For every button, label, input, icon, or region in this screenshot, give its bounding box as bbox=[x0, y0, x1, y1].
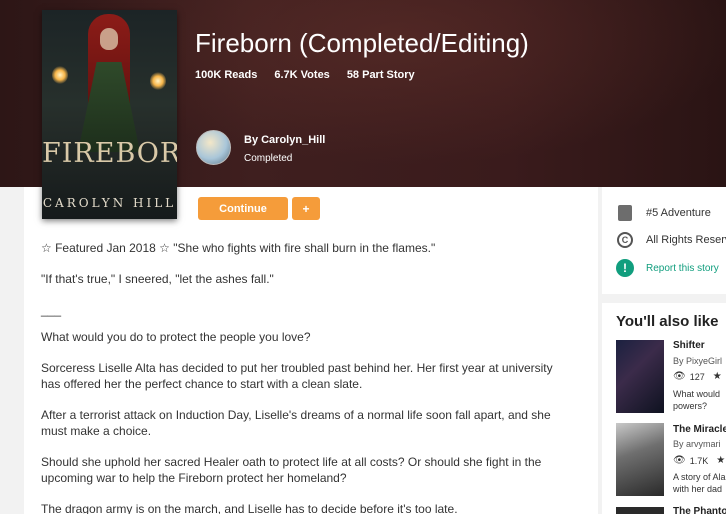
reads-count: 100K Reads bbox=[195, 69, 258, 81]
votes-count: 6.7K Votes bbox=[274, 69, 330, 81]
ranking-icon bbox=[616, 204, 634, 222]
description-paragraph: Should she uphold her sacred Healer oath… bbox=[41, 455, 542, 485]
copyright-icon: C bbox=[616, 231, 634, 249]
rec-reads: 127 bbox=[689, 371, 705, 382]
star-icon: ★ bbox=[716, 455, 726, 466]
rec-description-line: powers? bbox=[673, 401, 708, 411]
report-story-link[interactable]: ! Report this story bbox=[616, 259, 719, 277]
story-title: Fireborn (Completed/Editing) bbox=[195, 28, 529, 58]
report-icon: ! bbox=[616, 259, 634, 277]
description-paragraph: What would you do to protect the people … bbox=[41, 330, 311, 344]
description-paragraph: Sorceress Liselle Alta has decided to pu… bbox=[41, 361, 553, 391]
recommendations-heading: You'll also like bbox=[616, 313, 719, 330]
rec-author[interactable]: By arvymari bbox=[673, 439, 721, 449]
eye-icon: 👁 bbox=[673, 371, 686, 382]
description-paragraph: ☆ Featured Jan 2018 ☆ "She who fights wi… bbox=[41, 241, 436, 255]
copyright-info: C All Rights Reserved bbox=[616, 231, 726, 249]
cover-art-flame-right bbox=[150, 72, 166, 90]
rec-description-line: What would bbox=[673, 389, 721, 399]
parts-count: 58 Part Story bbox=[346, 69, 415, 81]
add-to-library-button[interactable]: + bbox=[292, 197, 320, 220]
continue-reading-button[interactable]: Continue bbox=[198, 197, 288, 220]
copyright-label: All Rights Reserved bbox=[646, 234, 726, 246]
description-paragraph: After a terrorist attack on Induction Da… bbox=[41, 408, 551, 438]
rec-stats: 👁 1.7K ★ bbox=[673, 455, 725, 466]
rec-author[interactable]: By PixyeGirl bbox=[673, 356, 722, 366]
author-name-link[interactable]: By Carolyn_Hill bbox=[244, 134, 325, 146]
ranking-link[interactable]: #5 Adventure bbox=[616, 204, 711, 222]
story-stats: 100K Reads 6.7K Votes 58 Part Story bbox=[195, 69, 415, 81]
rec-cover-thumbnail[interactable] bbox=[616, 507, 664, 514]
cover-title: FIREBORN bbox=[42, 138, 177, 169]
story-description: ☆ Featured Jan 2018 ☆ "She who fights wi… bbox=[41, 240, 571, 514]
description-paragraph: The dragon army is on the march, and Lis… bbox=[41, 502, 458, 514]
description-paragraph: "If that's true," I sneered, "let the as… bbox=[41, 272, 274, 286]
report-label: Report this story bbox=[646, 262, 719, 274]
cover-author: CAROLYN HILL bbox=[42, 196, 177, 210]
rec-title-link[interactable]: Shifter bbox=[673, 340, 705, 351]
cover-art-face bbox=[100, 28, 118, 50]
rec-stats: 👁 127 ★ bbox=[673, 371, 722, 382]
description-divider: ___ bbox=[41, 303, 62, 317]
rec-description: A story of Ala with her dad bbox=[673, 471, 726, 495]
book-cover[interactable]: FIREBORN CAROLYN HILL bbox=[42, 10, 177, 219]
rec-description-line: A story of Ala bbox=[673, 472, 726, 482]
rec-description: What would powers? bbox=[673, 388, 726, 412]
author-avatar[interactable] bbox=[196, 130, 231, 165]
rec-cover-thumbnail[interactable] bbox=[616, 423, 664, 496]
rec-title-link[interactable]: The Phantom bbox=[673, 506, 726, 514]
cover-art-flame-left bbox=[52, 66, 68, 84]
rec-cover-thumbnail[interactable] bbox=[616, 340, 664, 413]
rec-title-link[interactable]: The Miracle bbox=[673, 424, 726, 435]
story-status: Completed bbox=[244, 153, 293, 164]
rec-reads: 1.7K bbox=[689, 455, 709, 466]
eye-icon: 👁 bbox=[673, 455, 686, 466]
star-icon: ★ bbox=[712, 371, 722, 382]
rec-description-line: with her dad bbox=[673, 484, 723, 494]
ranking-label: #5 Adventure bbox=[646, 207, 711, 219]
